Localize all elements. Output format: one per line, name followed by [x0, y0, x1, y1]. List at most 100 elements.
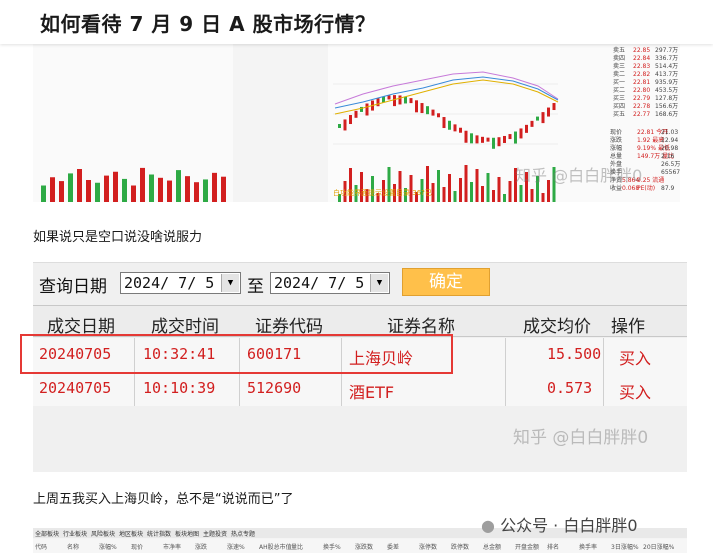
volume-bar — [448, 174, 451, 202]
sector-column-header: 开盘金额 — [515, 543, 539, 551]
end-date-select[interactable]: 2024/ 7/ 5 ▼ — [270, 272, 390, 294]
sector-column-header: 现价 — [131, 544, 143, 551]
quote-price: 22.79 — [633, 95, 650, 102]
candle — [354, 110, 358, 118]
row-name: 酒ETF — [349, 383, 395, 402]
stat-extra: 2.16 — [661, 153, 675, 160]
stat-label: 总量 — [610, 152, 622, 160]
sector-column-header: 市净率 — [163, 543, 181, 551]
candle — [470, 133, 473, 144]
volume-bar — [541, 193, 545, 202]
volume-bar — [530, 189, 534, 202]
volume-bar — [221, 176, 226, 202]
sector-tab: 行业板块 — [63, 530, 87, 538]
table-row[interactable]: 20240705 10:10:39 512690 酒ETF 0.573 买入 — [33, 372, 687, 406]
volume-bar — [508, 181, 512, 202]
candle — [398, 95, 402, 105]
candle — [459, 127, 462, 133]
sector-tab: 主题投资 — [203, 530, 227, 538]
volume-bar — [503, 194, 506, 202]
confirm-button[interactable]: 确定 — [402, 268, 490, 296]
chevron-down-icon[interactable]: ▼ — [370, 274, 388, 292]
quote-volume: 514.4万 — [655, 63, 678, 70]
candle — [481, 136, 484, 143]
chevron-down-icon[interactable]: ▼ — [221, 274, 239, 292]
candle — [514, 131, 517, 144]
col-avg-price[interactable]: 成交均价 — [523, 312, 591, 337]
highlight-box — [20, 334, 453, 374]
quote-volume: 935.9万 — [655, 79, 678, 86]
volume-bar — [212, 172, 217, 202]
volume-bar — [77, 169, 82, 202]
candle — [393, 95, 396, 107]
sector-tab: 统计指数 — [147, 530, 171, 538]
sector-column-header: 换手率 — [579, 543, 597, 551]
quote-label: 卖三 — [613, 63, 625, 70]
stock-chart-screenshot: 卖三33.14卖二33.13253.卖一33.12355.买一33.1192.买… — [33, 44, 680, 202]
volume-bar — [492, 190, 495, 202]
quote-volume: 168.6万 — [655, 111, 678, 118]
col-operation[interactable]: 操作 — [611, 312, 645, 337]
volume-bar — [453, 191, 457, 202]
volume-bar — [167, 180, 172, 202]
volume-bar — [459, 178, 462, 202]
query-toolbar: 查询日期 2024/ 7/ 5 ▼ 至 2024/ 7/ 5 ▼ 确定 — [33, 263, 687, 303]
quote-price: 22.83 — [633, 63, 650, 70]
sector-tab: 热点专题 — [231, 530, 255, 538]
sector-column-header: 20日涨幅% — [643, 543, 675, 551]
quote-label: 买四 — [613, 102, 625, 110]
volume-bar — [442, 187, 446, 202]
question-title[interactable]: 如何看待 7 月 9 日 A 股市场行情？ — [40, 8, 376, 37]
zhihu-watermark-top: 知乎 @白白胖胖0 — [515, 166, 643, 185]
stat-extra: 26.5万 — [661, 161, 680, 168]
volume-bar — [398, 171, 402, 202]
candle — [530, 120, 534, 127]
quote-price: 22.77 — [633, 111, 650, 118]
candle — [431, 109, 435, 116]
sector-column-header: 3日涨幅% — [611, 543, 639, 551]
candle — [453, 124, 457, 132]
sector-tab: 地区板块 — [119, 530, 143, 538]
quote-volume: 453.5万 — [655, 87, 678, 94]
volume-bar — [59, 181, 64, 202]
volume-bar — [185, 176, 190, 202]
volume-bar — [95, 182, 100, 202]
sector-column-header: 排名 — [547, 543, 559, 551]
volume-bar — [486, 173, 490, 202]
sector-column-header: 涨跌数 — [355, 543, 373, 551]
quote-volume: 336.7万 — [655, 55, 678, 62]
sector-tab: 风险板块 — [91, 530, 115, 538]
quote-price: 22.80 — [633, 87, 650, 94]
stat-extra: 65567 — [661, 169, 680, 176]
candle — [541, 112, 545, 124]
sector-column-header: 代码 — [35, 543, 47, 551]
volume-bar — [481, 186, 484, 202]
candle — [525, 124, 528, 133]
volume-bar — [86, 180, 91, 202]
row-code: 512690 — [247, 379, 302, 397]
volume-bar — [176, 170, 181, 202]
row-operation: 买入 — [619, 349, 652, 368]
start-date-select[interactable]: 2024/ 7/ 5 ▼ — [120, 272, 241, 294]
candle — [486, 137, 490, 142]
wechat-icon: ● — [481, 516, 495, 535]
volume-bar — [464, 165, 468, 202]
quote-price: 22.81 — [633, 79, 650, 86]
quote-volume: 297.7万 — [655, 47, 678, 54]
candle — [426, 106, 429, 115]
volume-bar — [50, 177, 55, 202]
sector-column-header: 名称 — [67, 543, 79, 551]
sector-column-header: 跌停数 — [451, 543, 469, 551]
quote-price: 22.85 — [633, 47, 650, 54]
to-label: 至 — [247, 277, 264, 297]
sector-column-header: 总金额 — [483, 543, 501, 551]
sector-column-header: AH股总市值 — [259, 543, 292, 551]
quote-volume: 156.6万 — [655, 103, 678, 110]
candle — [387, 95, 391, 100]
stat-extra: 20.98 — [661, 145, 678, 152]
row-date: 20240705 — [39, 379, 112, 397]
volume-bar — [360, 172, 363, 202]
row-operation: 买入 — [619, 383, 652, 402]
paragraph-bought: 上周五我买入上海贝岭，总不是“说说而已”了 — [33, 492, 294, 507]
volume-bar — [203, 179, 208, 202]
